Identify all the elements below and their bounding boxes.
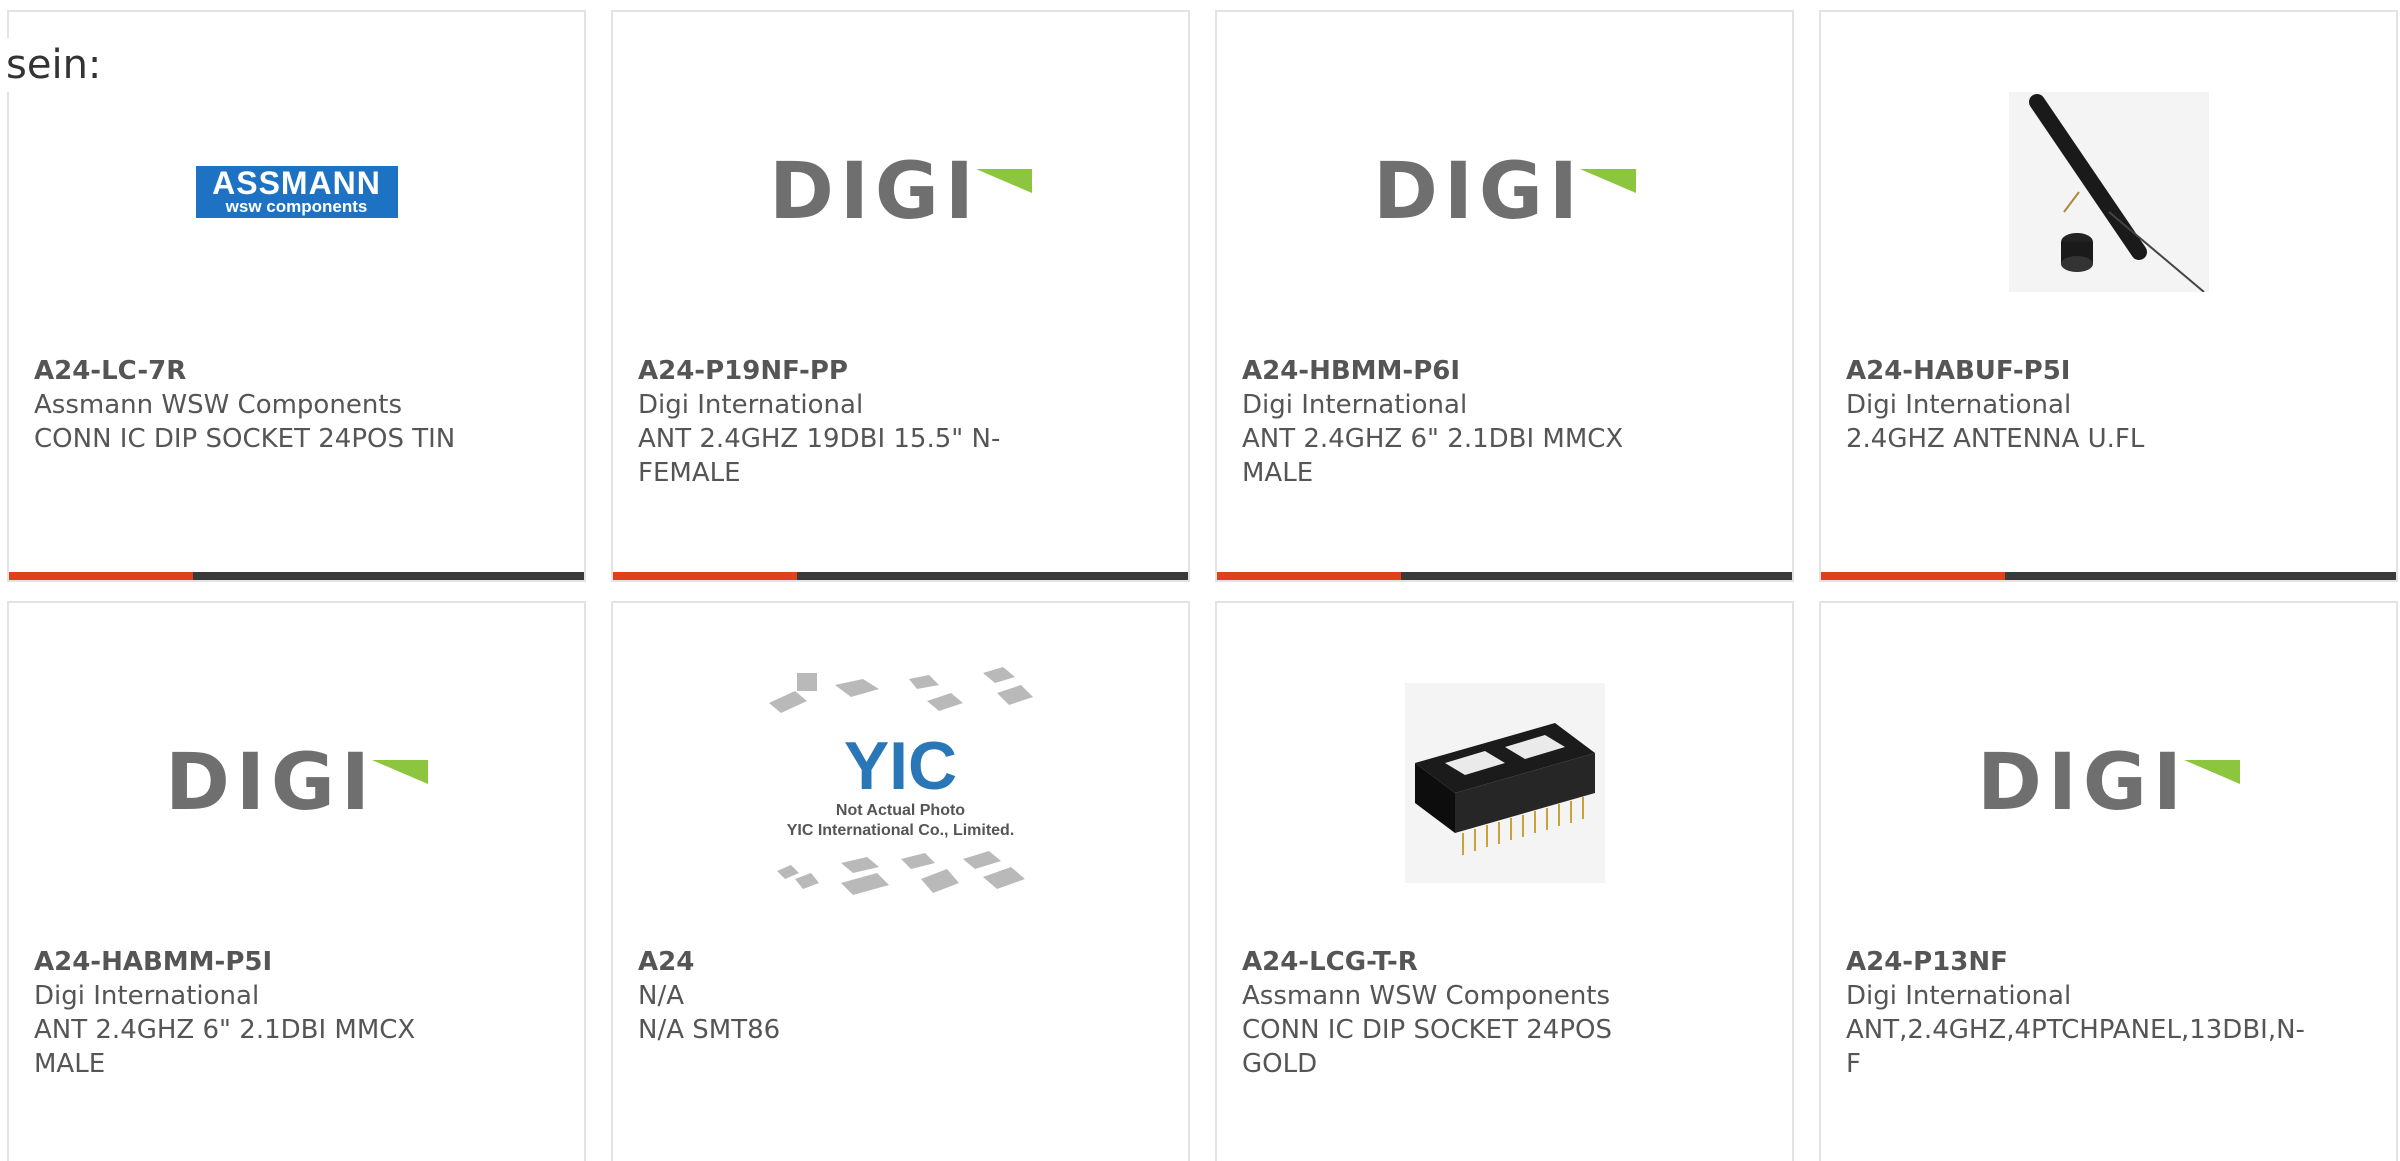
description-line-2: FEMALE [638, 458, 741, 488]
digi-logo-mark [371, 760, 428, 784]
product-image[interactable] [1217, 663, 1792, 903]
digi-logo-text: DIGI [165, 738, 376, 828]
manufacturer: Assmann WSW Components [1242, 981, 1611, 1011]
product-card[interactable]: A24-LCG-T-R Assmann WSW Components CONN … [1215, 601, 1794, 1161]
card-bottom-bar [1217, 572, 1792, 580]
part-number[interactable]: A24-LCG-T-R [1242, 945, 1692, 979]
description-line-1: ANT 2.4GHZ 6" 2.1DBI MMCX [1242, 424, 1624, 454]
digi-logo: DIGI [1977, 744, 2240, 822]
product-card[interactable]: DIGI A24-HBMM-P6I Digi International ANT… [1215, 10, 1794, 582]
description-line-1: CONN IC DIP SOCKET 24POS TIN [34, 424, 456, 454]
assmann-logo-text: ASSMANN [212, 165, 381, 201]
description-line-2: MALE [34, 1049, 106, 1079]
digi-logo: DIGI [769, 153, 1032, 231]
image-caption-line-2: YIC International Co., Limited. [786, 822, 1015, 839]
part-number[interactable]: A24-HBMM-P6I [1242, 354, 1692, 388]
product-image[interactable] [1821, 72, 2396, 312]
product-card[interactable]: DIGI A24-P13NF Digi International ANT,2.… [1819, 601, 2398, 1161]
intro-text: sein: [6, 38, 102, 92]
digi-logo-text: DIGI [769, 147, 980, 237]
product-image[interactable]: DIGI [1821, 663, 2396, 903]
product-card[interactable]: YIC Not Actual Photo YIC International C… [611, 601, 1190, 1161]
description-line-1: CONN IC DIP SOCKET 24POS [1242, 1015, 1612, 1045]
product-card[interactable]: A24-HABUF-P5I Digi International 2.4GHZ … [1819, 10, 2398, 582]
card-bottom-bar [613, 572, 1188, 580]
card-accent [1821, 572, 2005, 580]
assmann-logo-subtext: wsw components [225, 197, 368, 216]
description-line-2: MALE [1242, 458, 1314, 488]
digi-logo-mark [975, 169, 1032, 193]
digi-logo-text: DIGI [1977, 738, 2188, 828]
digi-logo-text: DIGI [1373, 147, 1584, 237]
description-line-2: F [1846, 1049, 1861, 1079]
manufacturer: Digi International [1846, 981, 2072, 1011]
part-number[interactable]: A24 [638, 945, 1088, 979]
antenna-photo [2008, 92, 2209, 293]
card-accent [9, 572, 193, 580]
product-card[interactable]: DIGI A24-HABMM-P5I Digi International AN… [7, 601, 586, 1161]
description-line-1: N/A SMT86 [638, 1015, 781, 1045]
manufacturer: N/A [638, 981, 684, 1011]
product-grid-page: sein: ASSMANN wsw components A24-LC-7R A… [0, 0, 2400, 1161]
product-image[interactable]: ASSMANN wsw components [9, 72, 584, 312]
assmann-logo: ASSMANN wsw components [195, 165, 398, 218]
description-line-1: 2.4GHZ ANTENNA U.FL [1846, 424, 2145, 454]
product-image[interactable]: DIGI [613, 72, 1188, 312]
dip-socket-icon [1414, 723, 1595, 855]
digi-logo-mark [1579, 169, 1636, 193]
description-line-1: ANT 2.4GHZ 19DBI 15.5" N- [638, 424, 1001, 454]
part-number[interactable]: A24-P19NF-PP [638, 354, 1088, 388]
dip-socket-photo [1404, 683, 1605, 883]
product-card[interactable]: ASSMANN wsw components A24-LC-7R Assmann… [7, 10, 586, 582]
product-image[interactable]: DIGI [1217, 72, 1792, 312]
yic-logo-text: YIC [843, 728, 958, 804]
card-bottom-bar [1821, 572, 2396, 580]
digi-logo-mark [2183, 760, 2240, 784]
part-number[interactable]: A24-LC-7R [34, 354, 484, 388]
description-line-1: ANT,2.4GHZ,4PTCHPANEL,13DBI,N- [1846, 1015, 2305, 1045]
manufacturer: Assmann WSW Components [34, 390, 403, 420]
part-number[interactable]: A24-HABMM-P5I [34, 945, 484, 979]
product-card[interactable]: DIGI A24-P19NF-PP Digi International ANT… [611, 10, 1190, 582]
card-accent [613, 572, 797, 580]
manufacturer: Digi International [1242, 390, 1468, 420]
part-number[interactable]: A24-P13NF [1846, 945, 2296, 979]
image-caption-line-1: Not Actual Photo [835, 802, 966, 819]
product-image[interactable]: YIC Not Actual Photo YIC International C… [613, 663, 1188, 903]
yic-placeholder-image: YIC Not Actual Photo YIC International C… [767, 663, 1035, 903]
description-line-2: GOLD [1242, 1049, 1318, 1079]
digi-logo: DIGI [1373, 153, 1636, 231]
card-bottom-bar [9, 572, 584, 580]
antenna-icon [2028, 94, 2205, 293]
manufacturer: Digi International [34, 981, 260, 1011]
digi-logo: DIGI [165, 744, 428, 822]
description-line-1: ANT 2.4GHZ 6" 2.1DBI MMCX [34, 1015, 416, 1045]
product-image[interactable]: DIGI [9, 663, 584, 903]
card-accent [1217, 572, 1401, 580]
manufacturer: Digi International [638, 390, 864, 420]
manufacturer: Digi International [1846, 390, 2072, 420]
part-number[interactable]: A24-HABUF-P5I [1846, 354, 2296, 388]
